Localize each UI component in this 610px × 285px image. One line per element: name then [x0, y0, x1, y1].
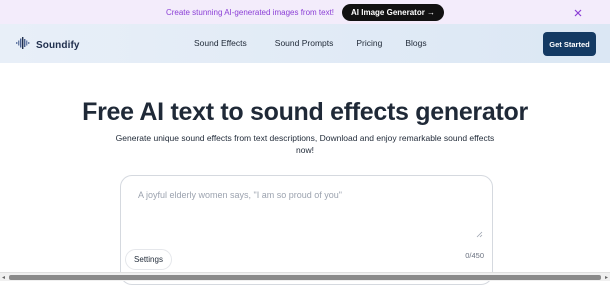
scroll-left-icon[interactable]: ◂ [2, 274, 5, 281]
char-counter: 0/450 [465, 251, 484, 260]
promo-text: Create stunning AI-generated images from… [165, 7, 335, 17]
ai-image-generator-button[interactable]: AI Image Generator → [342, 3, 445, 21]
close-icon[interactable] [572, 6, 584, 18]
nav-blogs[interactable]: Blogs [405, 38, 426, 48]
page-title: Free AI text to sound effects generator [82, 98, 528, 126]
horizontal-scrollbar[interactable]: ◂ ▸ [0, 272, 610, 281]
main-nav: Sound Effects Sound Prompts Pricing Blog… [194, 38, 427, 48]
nav-pricing[interactable]: Pricing [356, 38, 382, 48]
page-subtitle: Generate unique sound effects from text … [115, 133, 495, 155]
navbar: Soundify Sound Effects Sound Prompts Pri… [0, 24, 610, 63]
nav-sound-effects[interactable]: Sound Effects [194, 38, 247, 48]
get-started-button[interactable]: Get Started [543, 32, 596, 56]
logo[interactable]: Soundify [16, 36, 80, 54]
resize-handle-icon[interactable] [475, 225, 483, 238]
nav-sound-prompts[interactable]: Sound Prompts [275, 38, 334, 48]
promo-bar: Create stunning AI-generated images from… [0, 0, 610, 24]
settings-button[interactable]: Settings [125, 249, 172, 270]
brand-name: Soundify [36, 39, 80, 51]
sound-wave-icon [16, 36, 31, 54]
scroll-right-icon[interactable]: ▸ [605, 274, 608, 281]
prompt-card: A joyful elderly women says, "I am so pr… [120, 175, 493, 285]
scrollbar-thumb[interactable] [9, 275, 601, 280]
prompt-textarea[interactable]: A joyful elderly women says, "I am so pr… [138, 190, 468, 200]
